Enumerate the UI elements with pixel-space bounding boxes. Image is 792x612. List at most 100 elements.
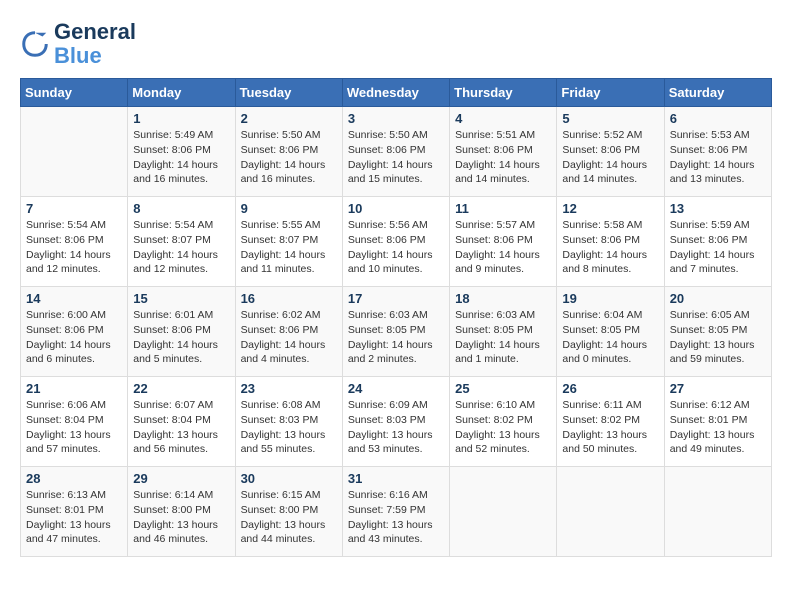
day-info: Sunrise: 5:54 AMSunset: 8:07 PMDaylight:…	[133, 218, 229, 277]
calendar-cell: 4 Sunrise: 5:51 AMSunset: 8:06 PMDaylight…	[450, 107, 557, 197]
calendar-cell: 20Sunrise: 6:05 AMSunset: 8:05 PMDayligh…	[664, 287, 771, 377]
header-monday: Monday	[128, 79, 235, 107]
day-number: 29	[133, 471, 229, 486]
day-number: 2	[241, 111, 337, 126]
calendar-cell	[664, 467, 771, 557]
calendar-header-row: SundayMondayTuesdayWednesdayThursdayFrid…	[21, 79, 772, 107]
header-tuesday: Tuesday	[235, 79, 342, 107]
calendar-cell: 17 Sunrise: 6:03 AMSunset: 8:05 PMDayligh…	[342, 287, 449, 377]
day-number: 30	[241, 471, 337, 486]
day-info: Sunrise: 5:56 AMSunset: 8:06 PMDaylight:…	[348, 218, 444, 277]
calendar-cell: 31 Sunrise: 6:16 AMSunset: 7:59 PMDayligh…	[342, 467, 449, 557]
day-number: 15	[133, 291, 229, 306]
day-number: 19	[562, 291, 658, 306]
calendar-cell: 30 Sunrise: 6:15 AMSunset: 8:00 PMDayligh…	[235, 467, 342, 557]
calendar-week-row: 21 Sunrise: 6:06 AMSunset: 8:04 PMDayligh…	[21, 377, 772, 467]
calendar-cell: 26 Sunrise: 6:11 AMSunset: 8:02 PMDayligh…	[557, 377, 664, 467]
calendar-cell	[21, 107, 128, 197]
day-info: Sunrise: 6:03 AMSunset: 8:05 PMDaylight:…	[348, 308, 444, 367]
calendar-cell: 5Sunrise: 5:52 AMSunset: 8:06 PMDaylight…	[557, 107, 664, 197]
calendar-week-row: 14 Sunrise: 6:00 AMSunset: 8:06 PMDayligh…	[21, 287, 772, 377]
header-friday: Friday	[557, 79, 664, 107]
day-info: Sunrise: 5:52 AMSunset: 8:06 PMDaylight:…	[562, 128, 658, 187]
calendar-cell: 11 Sunrise: 5:57 AMSunset: 8:06 PMDayligh…	[450, 197, 557, 287]
day-number: 26	[562, 381, 658, 396]
day-info: Sunrise: 5:55 AMSunset: 8:07 PMDaylight:…	[241, 218, 337, 277]
day-number: 3	[348, 111, 444, 126]
calendar-cell: 13 Sunrise: 5:59 AMSunset: 8:06 PMDayligh…	[664, 197, 771, 287]
day-info: Sunrise: 6:05 AMSunset: 8:05 PMDaylight:…	[670, 308, 766, 367]
day-number: 28	[26, 471, 122, 486]
day-info: Sunrise: 5:50 AMSunset: 8:06 PMDaylight:…	[241, 128, 337, 187]
day-info: Sunrise: 6:02 AMSunset: 8:06 PMDaylight:…	[241, 308, 337, 367]
calendar-cell: 27Sunrise: 6:12 AMSunset: 8:01 PMDayligh…	[664, 377, 771, 467]
day-number: 31	[348, 471, 444, 486]
day-number: 18	[455, 291, 551, 306]
logo-text: General Blue	[54, 20, 136, 68]
logo: General Blue	[20, 20, 136, 68]
calendar-cell: 15 Sunrise: 6:01 AMSunset: 8:06 PMDayligh…	[128, 287, 235, 377]
calendar-cell	[450, 467, 557, 557]
day-info: Sunrise: 6:01 AMSunset: 8:06 PMDaylight:…	[133, 308, 229, 367]
day-number: 23	[241, 381, 337, 396]
day-number: 10	[348, 201, 444, 216]
day-info: Sunrise: 5:53 AMSunset: 8:06 PMDaylight:…	[670, 128, 766, 187]
day-number: 21	[26, 381, 122, 396]
calendar-cell: 24 Sunrise: 6:09 AMSunset: 8:03 PMDayligh…	[342, 377, 449, 467]
calendar-cell: 2 Sunrise: 5:50 AMSunset: 8:06 PMDaylight…	[235, 107, 342, 197]
day-number: 12	[562, 201, 658, 216]
day-number: 17	[348, 291, 444, 306]
day-info: Sunrise: 5:58 AMSunset: 8:06 PMDaylight:…	[562, 218, 658, 277]
day-info: Sunrise: 6:07 AMSunset: 8:04 PMDaylight:…	[133, 398, 229, 457]
calendar-cell: 21 Sunrise: 6:06 AMSunset: 8:04 PMDayligh…	[21, 377, 128, 467]
calendar-cell: 12 Sunrise: 5:58 AMSunset: 8:06 PMDayligh…	[557, 197, 664, 287]
calendar-cell: 22 Sunrise: 6:07 AMSunset: 8:04 PMDayligh…	[128, 377, 235, 467]
day-number: 16	[241, 291, 337, 306]
day-info: Sunrise: 6:08 AMSunset: 8:03 PMDaylight:…	[241, 398, 337, 457]
day-info: Sunrise: 5:51 AMSunset: 8:06 PMDaylight:…	[455, 128, 551, 187]
day-info: Sunrise: 6:04 AMSunset: 8:05 PMDaylight:…	[562, 308, 658, 367]
day-info: Sunrise: 6:14 AMSunset: 8:00 PMDaylight:…	[133, 488, 229, 547]
day-info: Sunrise: 5:50 AMSunset: 8:06 PMDaylight:…	[348, 128, 444, 187]
day-info: Sunrise: 5:49 AMSunset: 8:06 PMDaylight:…	[133, 128, 229, 187]
day-number: 9	[241, 201, 337, 216]
day-number: 11	[455, 201, 551, 216]
calendar-cell: 16 Sunrise: 6:02 AMSunset: 8:06 PMDayligh…	[235, 287, 342, 377]
day-number: 13	[670, 201, 766, 216]
logo-icon	[20, 29, 50, 59]
calendar-week-row: 28 Sunrise: 6:13 AMSunset: 8:01 PMDayligh…	[21, 467, 772, 557]
calendar-cell: 29 Sunrise: 6:14 AMSunset: 8:00 PMDayligh…	[128, 467, 235, 557]
calendar-cell: 23 Sunrise: 6:08 AMSunset: 8:03 PMDayligh…	[235, 377, 342, 467]
day-info: Sunrise: 6:15 AMSunset: 8:00 PMDaylight:…	[241, 488, 337, 547]
day-info: Sunrise: 6:13 AMSunset: 8:01 PMDaylight:…	[26, 488, 122, 547]
calendar-cell: 7Sunrise: 5:54 AMSunset: 8:06 PMDaylight…	[21, 197, 128, 287]
day-info: Sunrise: 6:11 AMSunset: 8:02 PMDaylight:…	[562, 398, 658, 457]
day-number: 4	[455, 111, 551, 126]
day-info: Sunrise: 5:57 AMSunset: 8:06 PMDaylight:…	[455, 218, 551, 277]
day-info: Sunrise: 5:59 AMSunset: 8:06 PMDaylight:…	[670, 218, 766, 277]
calendar-week-row: 7Sunrise: 5:54 AMSunset: 8:06 PMDaylight…	[21, 197, 772, 287]
day-info: Sunrise: 6:16 AMSunset: 7:59 PMDaylight:…	[348, 488, 444, 547]
day-number: 14	[26, 291, 122, 306]
day-info: Sunrise: 6:09 AMSunset: 8:03 PMDaylight:…	[348, 398, 444, 457]
calendar-cell: 10 Sunrise: 5:56 AMSunset: 8:06 PMDayligh…	[342, 197, 449, 287]
header-wednesday: Wednesday	[342, 79, 449, 107]
day-number: 24	[348, 381, 444, 396]
day-number: 27	[670, 381, 766, 396]
calendar-week-row: 1Sunrise: 5:49 AMSunset: 8:06 PMDaylight…	[21, 107, 772, 197]
calendar-cell: 6 Sunrise: 5:53 AMSunset: 8:06 PMDaylight…	[664, 107, 771, 197]
calendar-cell	[557, 467, 664, 557]
day-info: Sunrise: 5:54 AMSunset: 8:06 PMDaylight:…	[26, 218, 122, 277]
day-info: Sunrise: 6:10 AMSunset: 8:02 PMDaylight:…	[455, 398, 551, 457]
calendar-cell: 9 Sunrise: 5:55 AMSunset: 8:07 PMDaylight…	[235, 197, 342, 287]
calendar-cell: 1Sunrise: 5:49 AMSunset: 8:06 PMDaylight…	[128, 107, 235, 197]
calendar-cell: 8Sunrise: 5:54 AMSunset: 8:07 PMDaylight…	[128, 197, 235, 287]
day-number: 22	[133, 381, 229, 396]
page-header: General Blue	[20, 20, 772, 68]
calendar-cell: 28 Sunrise: 6:13 AMSunset: 8:01 PMDayligh…	[21, 467, 128, 557]
day-number: 6	[670, 111, 766, 126]
header-saturday: Saturday	[664, 79, 771, 107]
calendar-cell: 14 Sunrise: 6:00 AMSunset: 8:06 PMDayligh…	[21, 287, 128, 377]
day-info: Sunrise: 6:06 AMSunset: 8:04 PMDaylight:…	[26, 398, 122, 457]
day-info: Sunrise: 6:00 AMSunset: 8:06 PMDaylight:…	[26, 308, 122, 367]
